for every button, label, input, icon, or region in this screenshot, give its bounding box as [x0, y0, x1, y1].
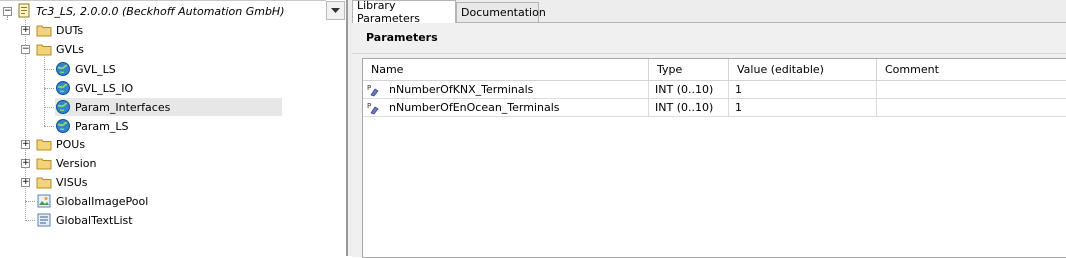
column-header-type[interactable]: Type: [649, 59, 729, 81]
tree-dropdown-button[interactable]: [326, 1, 345, 20]
global-variable-list-icon: [55, 80, 71, 96]
parameter-constant-icon: P: [367, 83, 381, 97]
table-row-comment-cell: [877, 99, 1066, 117]
tree-item-global-image-pool[interactable]: GlobalImagePool: [36, 192, 148, 210]
tree-item-label: GVL_LS_IO: [75, 81, 134, 95]
root-collapse-expander[interactable]: −: [3, 7, 12, 16]
folder-icon: [36, 22, 52, 38]
table-row-name-cell[interactable]: P nNumberOfEnOcean_Terminals: [363, 99, 649, 117]
version-expander[interactable]: +: [21, 159, 30, 168]
table-row-name-cell[interactable]: P nNumberOfKNX_Terminals: [363, 81, 649, 99]
tree-item-gvl-ls[interactable]: GVL_LS: [55, 60, 116, 78]
tree-connector: [44, 126, 54, 127]
library-root-icon: [16, 3, 32, 19]
folder-icon: [36, 136, 52, 152]
tree-item-label: DUTs: [56, 23, 84, 37]
column-header-comment[interactable]: Comment: [877, 59, 1066, 81]
table-row-comment-cell: [877, 81, 1066, 99]
column-header-name[interactable]: Name: [363, 59, 649, 81]
tree-item-global-text-list[interactable]: GlobalTextList: [36, 211, 133, 229]
tree-item-param-interfaces[interactable]: Param_Interfaces: [55, 98, 282, 116]
tree-item-param-ls[interactable]: Param_LS: [55, 117, 128, 135]
parameter-constant-icon: P: [367, 101, 381, 115]
library-parameters-editor: Parameters Name Type Value (editable) Co…: [352, 22, 1066, 258]
duts-expander[interactable]: +: [21, 26, 30, 35]
folder-open-icon: [36, 41, 52, 57]
tab-documentation[interactable]: Documentation: [456, 2, 546, 22]
tree-item-label: VISUs: [56, 175, 88, 189]
tree-item-gvls[interactable]: GVLs: [36, 40, 84, 58]
column-header-value[interactable]: Value (editable): [729, 59, 877, 81]
parameters-heading: Parameters: [366, 31, 438, 44]
visus-expander[interactable]: +: [21, 178, 30, 187]
folder-icon: [36, 174, 52, 190]
chevron-down-icon: [331, 7, 340, 13]
parameter-name: nNumberOfEnOcean_Terminals: [389, 101, 560, 114]
tree-item-visus[interactable]: VISUs: [36, 173, 88, 191]
tree-item-gvl-ls-io[interactable]: GVL_LS_IO: [55, 79, 133, 97]
table-row-value-cell[interactable]: 1: [729, 99, 877, 117]
pous-expander[interactable]: +: [21, 140, 30, 149]
tree-connector: [25, 220, 35, 221]
tree-item-label: GVLs: [56, 42, 84, 56]
tree-item-label: Param_Interfaces: [75, 100, 171, 114]
folder-icon: [36, 155, 52, 171]
tab-label: Library Parameters: [357, 0, 420, 25]
gvls-expander[interactable]: −: [21, 45, 30, 54]
tree-item-duts[interactable]: DUTs: [36, 21, 83, 39]
table-row-type-cell: INT (0..10): [649, 99, 729, 117]
tree-root-label: Tc3_LS, 2.0.0.0 (Beckhoff Automation Gmb…: [36, 4, 285, 18]
tree-connector: [44, 57, 45, 126]
tree-item-label: Version: [56, 156, 97, 170]
tree-item-label: GVL_LS: [75, 62, 116, 76]
global-variable-list-icon: [55, 118, 71, 134]
table-row-type-cell: INT (0..10): [649, 81, 729, 99]
heading-separator: [352, 53, 1066, 54]
tree-connector: [44, 69, 54, 70]
global-variable-list-icon: [55, 61, 71, 77]
parameters-table: Name Type Value (editable) Comment P nNu…: [362, 58, 1066, 258]
tree-top-separator: [0, 0, 326, 1]
tree-item-version[interactable]: Version: [36, 154, 96, 172]
tree-root-node[interactable]: Tc3_LS, 2.0.0.0 (Beckhoff Automation Gmb…: [16, 2, 285, 20]
text-list-icon: [36, 212, 52, 228]
tree-connector: [7, 16, 8, 20]
table-row-value-cell[interactable]: 1: [729, 81, 877, 99]
svg-text:P: P: [367, 84, 371, 92]
library-tree-panel: − Tc3_LS, 2.0.0.0 (Beckhoff Automation G…: [0, 0, 346, 256]
tree-connector: [44, 107, 54, 108]
parameter-name: nNumberOfKNX_Terminals: [389, 83, 534, 96]
tree-connector: [44, 88, 54, 89]
tree-connector: [25, 201, 35, 202]
tree-item-label: Param_LS: [75, 119, 129, 133]
tab-library-parameters[interactable]: Library Parameters: [352, 0, 456, 25]
global-variable-list-icon: [55, 99, 71, 115]
tab-label: Documentation: [461, 6, 546, 19]
image-pool-icon: [36, 193, 52, 209]
tree-item-label: POUs: [56, 137, 86, 151]
tree-item-label: GlobalImagePool: [56, 194, 149, 208]
tree-item-pous[interactable]: POUs: [36, 135, 85, 153]
tree-item-label: GlobalTextList: [56, 213, 133, 227]
svg-text:P: P: [367, 102, 371, 110]
